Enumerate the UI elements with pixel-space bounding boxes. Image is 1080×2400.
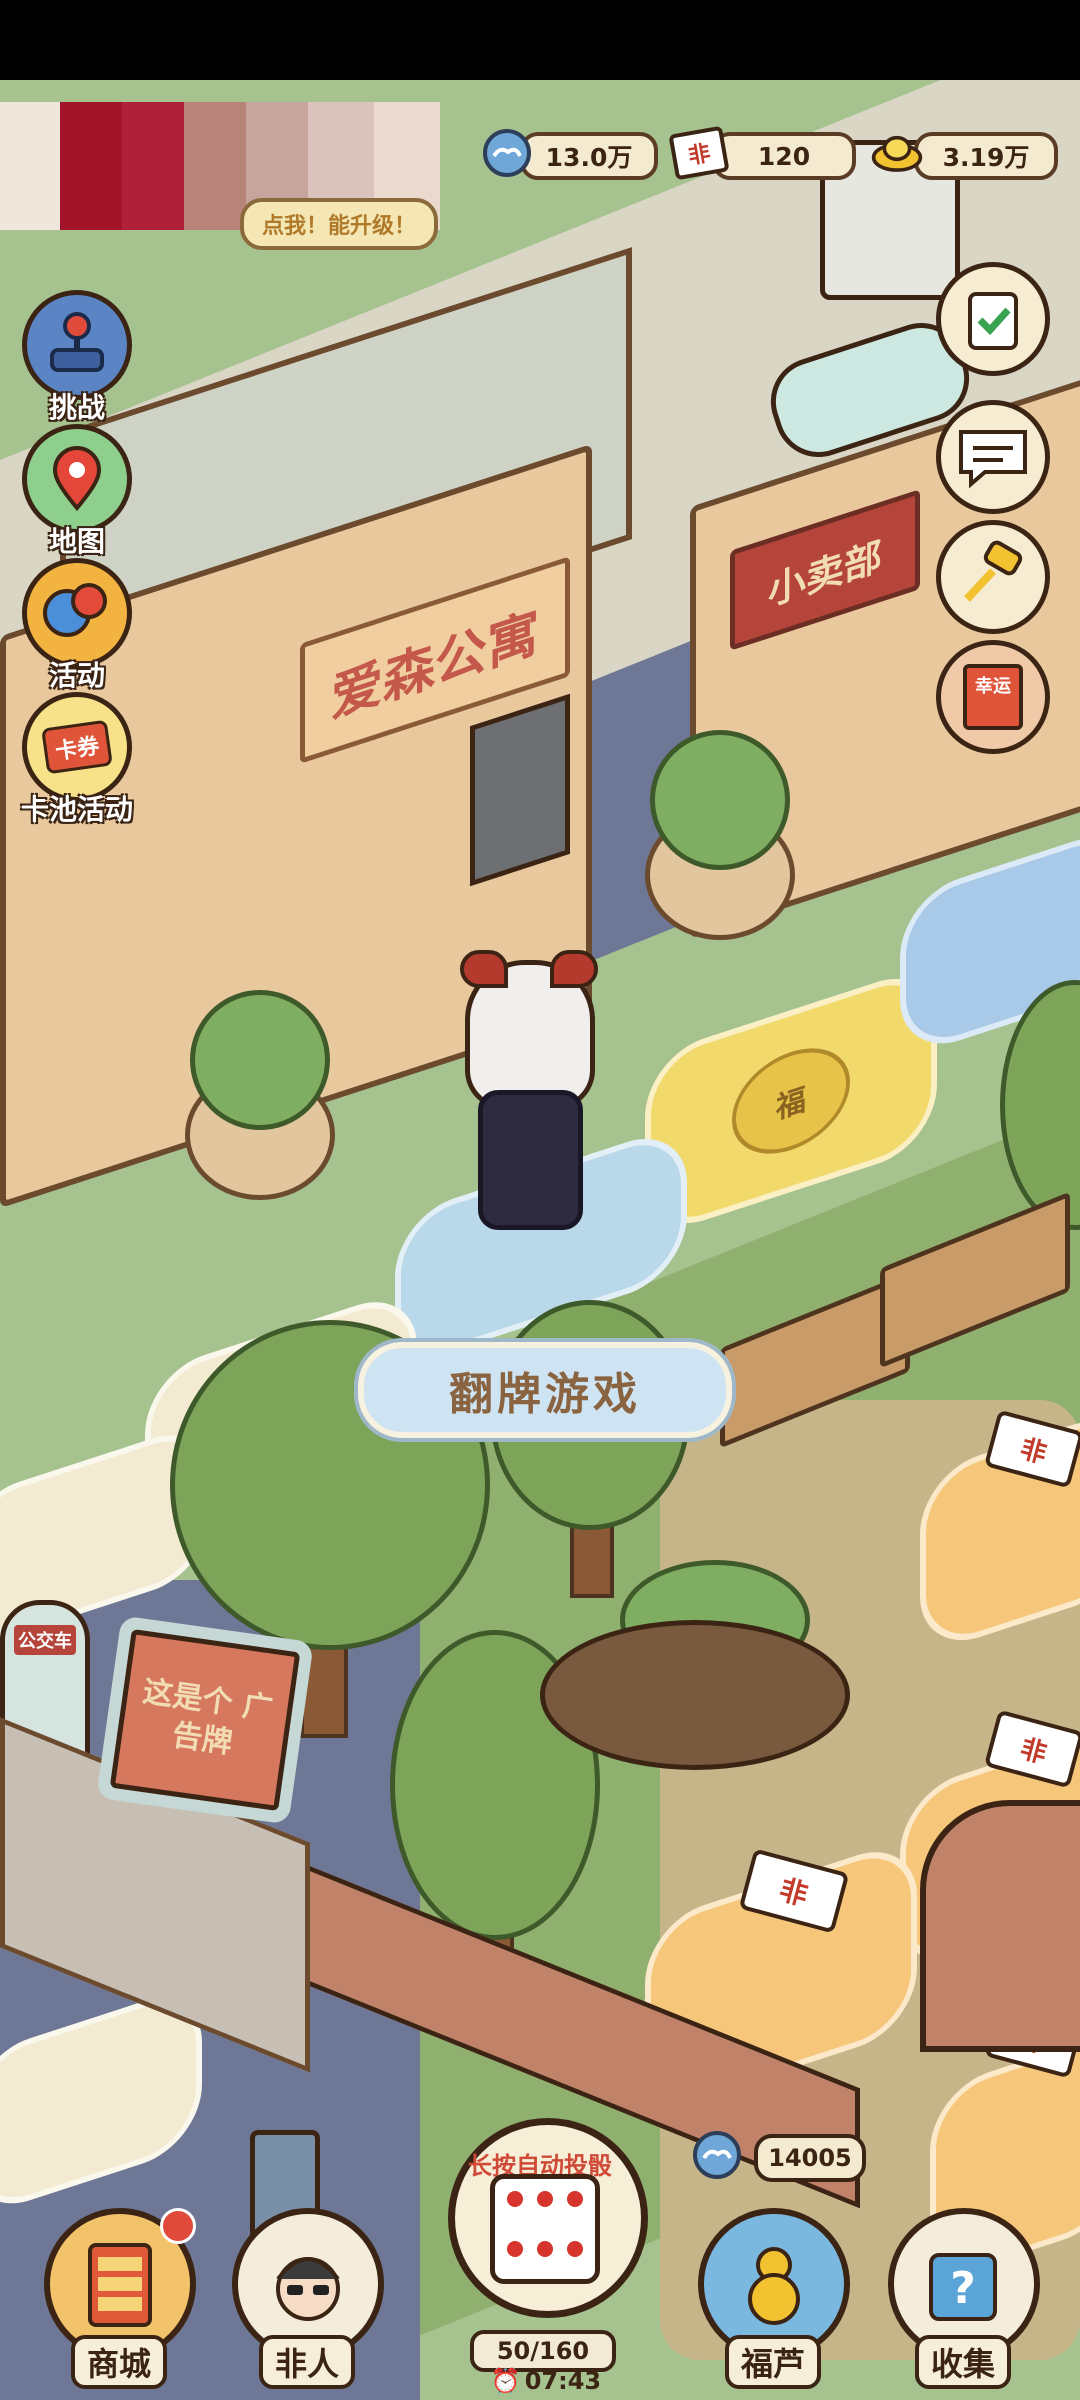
lucky-cards-icon: 幸运 (963, 664, 1023, 730)
activity-button[interactable]: 活动 (22, 558, 132, 694)
clipboard-check-icon (968, 292, 1018, 350)
billboard[interactable]: 这是个 广告牌 (109, 1628, 301, 1812)
dice-icon (490, 2174, 600, 2284)
currency-cloud-value: 13.0万 (520, 132, 658, 180)
flower-bush (650, 730, 790, 870)
balloons-icon (22, 558, 132, 668)
speech-bubble-icon (959, 430, 1027, 489)
bus-stop-label: 公交车 (14, 1625, 76, 1655)
flower-bush (190, 990, 330, 1130)
fulu-label: 福芦 (724, 2335, 821, 2389)
park-gate (920, 1800, 1080, 2052)
tasks-button[interactable] (936, 262, 1050, 376)
feiren-label: 非人 (258, 2335, 355, 2389)
dig-hole[interactable] (540, 1620, 850, 1770)
map-pin-icon (22, 424, 132, 534)
shop-label: 商城 (70, 2335, 167, 2389)
timer-value: 07:43 (524, 2367, 602, 2395)
cloud-coin-icon (480, 126, 534, 180)
cloud-coin-icon (690, 2128, 744, 2182)
gavel-icon (964, 540, 1023, 602)
card-ticket-icon: 卡券 (22, 692, 132, 802)
currency-ticket[interactable]: 120 非 (668, 125, 858, 182)
joystick-icon (22, 290, 132, 400)
notification-dot (160, 2208, 196, 2244)
refill-timer: ⏰ 07:43 (486, 2366, 606, 2396)
player-character[interactable] (450, 950, 600, 1250)
currency-ticket-value: 120 (712, 132, 856, 180)
tile-name-label: 翻牌游戏 (358, 1342, 732, 1438)
fulu-button[interactable]: 福芦 (698, 2208, 850, 2389)
card-pool-button[interactable]: 卡券 卡池活动 (14, 692, 140, 828)
challenge-button[interactable]: 挑战 (22, 290, 132, 426)
fu-bag-icon: 福 (732, 1032, 850, 1170)
collect-label: 收集 (914, 2335, 1011, 2389)
collect-button[interactable]: ? 收集 (888, 2208, 1040, 2389)
chat-button[interactable] (936, 400, 1050, 514)
currency-cloud[interactable]: 13.0万 (480, 126, 660, 182)
currency-gold-value: 3.19万 (914, 132, 1058, 180)
alarm-clock-icon: ⏰ (490, 2367, 521, 2395)
level-up-hint[interactable]: 点我！能升级！ (240, 198, 438, 250)
fei-ticket-icon: 非 (668, 125, 730, 181)
apartment-door[interactable] (470, 693, 570, 887)
currency-gold[interactable]: 3.19万 (870, 126, 1060, 182)
map-label: 地图 (48, 525, 105, 558)
svg-text:?: ? (950, 2263, 976, 2314)
card-pool-label: 卡池活动 (20, 793, 133, 826)
lucky-button[interactable]: 幸运 (936, 640, 1050, 754)
auction-button[interactable] (936, 520, 1050, 634)
status-bar (0, 0, 1080, 80)
activity-label: 活动 (48, 659, 105, 692)
feiren-button[interactable]: 非人 (232, 2208, 384, 2389)
fulu-coins: 14005 (754, 2134, 866, 2182)
map-button[interactable]: 地图 (22, 424, 132, 560)
gold-ingot-icon (870, 126, 924, 180)
game-scene[interactable]: 爱森公寓 小卖部 福 非 非 非 非 公 (0, 80, 1080, 2400)
challenge-label: 挑战 (48, 391, 105, 424)
